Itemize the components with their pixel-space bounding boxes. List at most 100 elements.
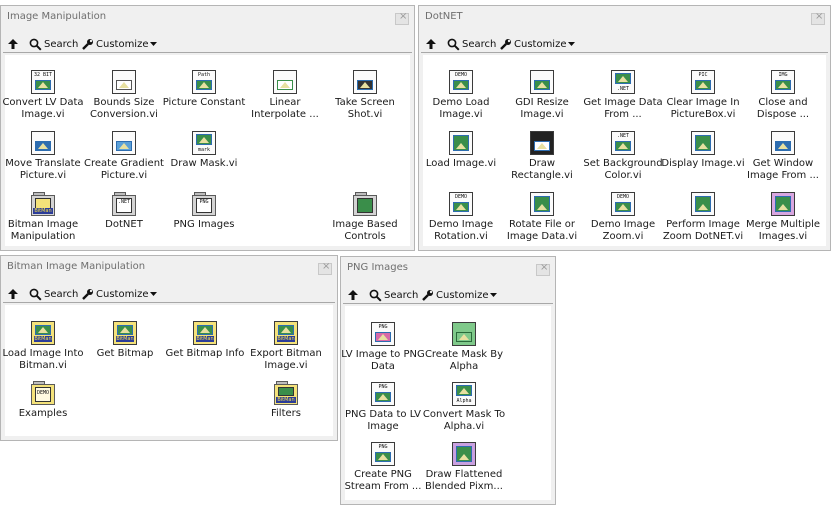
palette-item[interactable]: PNG Create PNG Stream From ... — [341, 442, 425, 493]
palette-item[interactable]: BitMan Load Image Into Bitman.vi — [1, 321, 85, 372]
dropdown-arrow-icon — [149, 42, 157, 46]
vi-convert-mask-icon: Alpha — [452, 382, 476, 406]
vi-load-image-icon — [449, 131, 473, 155]
item-label: PNG Data to LV Image — [344, 409, 422, 432]
close-button[interactable] — [536, 262, 550, 276]
palette-item[interactable]: PNG PNG Images — [162, 192, 246, 231]
vi-clear-image-icon: PIC — [691, 70, 715, 94]
vi-convert-icon: 32 BIT — [31, 70, 55, 94]
palette-item[interactable]: BitMan Bitman Image Manipulation — [1, 192, 85, 243]
palette-item[interactable]: Display Image.vi — [661, 131, 745, 170]
item-label: PNG Images — [173, 219, 235, 230]
vi-gradient-icon — [112, 131, 136, 155]
palette-item[interactable]: BitMan Get Bitmap — [83, 321, 167, 360]
palette-toolbar: Search Customize — [1, 34, 414, 54]
search-button[interactable]: Search — [29, 36, 78, 52]
item-label: Convert LV Data Image.vi — [2, 97, 84, 120]
palette-content: DEMO Demo Load Image.vi GDI Resize Image… — [423, 55, 826, 246]
vi-move-translate-icon — [31, 131, 55, 155]
palette-item[interactable]: .NET Set Background Color.vi — [581, 131, 665, 182]
close-button[interactable] — [318, 261, 332, 275]
up-arrow-button[interactable] — [7, 286, 19, 302]
palette-titlebar[interactable]: PNG Images — [341, 257, 555, 279]
customize-button[interactable]: Customize — [81, 36, 157, 52]
palette-item[interactable]: Linear Interpolate ... — [243, 70, 327, 121]
vi-bounds-icon — [112, 70, 136, 94]
palette-item[interactable]: Take Screen Shot.vi — [323, 70, 407, 121]
folder-png-icon: PNG — [192, 192, 216, 216]
vi-get-image-data-icon: .NET — [611, 70, 635, 94]
vi-rotate-file-icon — [530, 192, 554, 216]
wrench-icon — [82, 288, 93, 300]
vi-merge-images-icon — [771, 192, 795, 216]
vi-create-png-stream-icon: PNG — [371, 442, 395, 466]
palette-item[interactable]: BitMan Filters — [244, 381, 328, 420]
close-button[interactable] — [811, 11, 825, 25]
customize-button[interactable]: Customize — [499, 36, 575, 52]
palette-item[interactable]: Alpha Convert Mask To Alpha.vi — [422, 382, 506, 433]
item-label: LV Image to PNG Data — [341, 349, 425, 372]
palette-item[interactable]: .NET DotNET — [82, 192, 166, 231]
vi-lv-to-png-icon: PNG — [371, 322, 395, 346]
palette-item[interactable]: BitMan Get Bitmap Info — [163, 321, 247, 360]
palette-item[interactable]: Rotate File or Image Data.vi — [500, 192, 584, 243]
palette-titlebar[interactable]: DotNET — [419, 6, 830, 28]
palette-item[interactable]: DEMO Demo Image Rotation.vi — [419, 192, 503, 243]
palette-dotnet: DotNET Search Customize DEMO Demo Load I… — [418, 5, 831, 251]
palette-item[interactable]: Merge Multiple Images.vi — [741, 192, 825, 243]
palette-item[interactable]: IMG Close and Dispose ... — [741, 70, 825, 121]
up-arrow-button[interactable] — [425, 36, 437, 52]
folder-image-controls-icon — [353, 192, 377, 216]
vi-demo-zoom-icon: DEMO — [611, 192, 635, 216]
palette-item[interactable]: DEMO Demo Load Image.vi — [419, 70, 503, 121]
palette-item[interactable]: Image Based Controls — [323, 192, 407, 243]
search-button[interactable]: Search — [447, 36, 496, 52]
item-label: Display Image.vi — [661, 158, 745, 169]
palette-item[interactable]: Load Image.vi — [419, 131, 503, 170]
palette-png-images: PNG Images Search Customize PNG LV Image… — [340, 256, 556, 505]
customize-button[interactable]: Customize — [81, 286, 157, 302]
palette-item[interactable]: PIC Clear Image In PictureBox.vi — [661, 70, 745, 121]
item-label: Filters — [271, 408, 301, 419]
palette-item[interactable]: Create Gradient Picture.vi — [82, 131, 166, 182]
palette-item[interactable]: BitMan Export Bitman Image.vi — [244, 321, 328, 372]
palette-content: 32 BIT Convert LV Data Image.vi Bounds S… — [2, 55, 410, 246]
search-button[interactable]: Search — [369, 287, 418, 303]
palette-item[interactable]: PNG LV Image to PNG Data — [341, 322, 425, 373]
customize-button[interactable]: Customize — [421, 287, 497, 303]
palette-item[interactable]: Bounds Size Conversion.vi — [82, 70, 166, 121]
palette-titlebar[interactable]: Bitman Image Manipulation — [1, 256, 337, 278]
palette-item[interactable]: Path Picture Constant — [162, 70, 246, 109]
palette-item[interactable]: Draw Rectangle.vi — [500, 131, 584, 182]
up-arrow-button[interactable] — [347, 287, 359, 303]
close-button[interactable] — [395, 11, 409, 25]
palette-item[interactable]: PNG PNG Data to LV Image — [341, 382, 425, 433]
customize-label: Customize — [436, 289, 489, 301]
palette-item[interactable]: .NET Get Image Data From ... — [581, 70, 665, 121]
palette-item[interactable]: Draw Flattened Blended Pixm... — [422, 442, 506, 493]
palette-item[interactable]: DEMO Examples — [1, 381, 85, 420]
customize-label: Customize — [514, 38, 567, 50]
customize-label: Customize — [96, 38, 149, 50]
search-icon — [447, 38, 460, 51]
palette-item[interactable]: 32 BIT Convert LV Data Image.vi — [1, 70, 85, 121]
palette-item[interactable]: Get Window Image From ... — [741, 131, 825, 182]
up-arrow-icon — [426, 39, 436, 49]
palette-item[interactable]: GDI Resize Image.vi — [500, 70, 584, 121]
palette-item[interactable]: DEMO Demo Image Zoom.vi — [581, 192, 665, 243]
search-label: Search — [44, 38, 79, 50]
palette-item[interactable]: Perform Image Zoom DotNET.vi — [661, 192, 745, 243]
palette-titlebar[interactable]: Image Manipulation — [1, 6, 414, 28]
palette-title: Bitman Image Manipulation — [7, 261, 146, 272]
up-arrow-button[interactable] — [7, 36, 19, 52]
search-button[interactable]: Search — [29, 286, 78, 302]
item-label: Close and Dispose ... — [756, 97, 810, 120]
item-label: Draw Mask.vi — [170, 158, 238, 169]
vi-mask-alpha-icon — [452, 322, 476, 346]
item-label: Demo Image Zoom.vi — [590, 219, 656, 242]
vi-draw-rectangle-icon — [530, 131, 554, 155]
palette-item[interactable]: Move Translate Picture.vi — [1, 131, 85, 182]
palette-item[interactable]: Create Mask By Alpha — [422, 322, 506, 373]
palette-item[interactable]: mark Draw Mask.vi — [162, 131, 246, 170]
item-label: Merge Multiple Images.vi — [745, 219, 821, 242]
